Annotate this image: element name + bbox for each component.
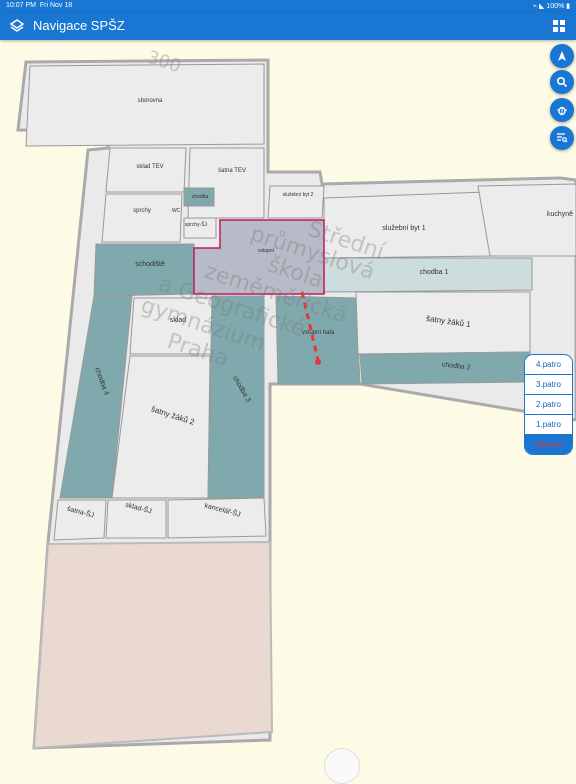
navigate-button[interactable]: [550, 44, 574, 68]
floor-selector: 4.patro 3.patro 2.patro 1.patro přízemí: [524, 354, 573, 455]
route-end-marker: [315, 359, 321, 365]
floor-option-1[interactable]: 1.patro: [525, 415, 572, 435]
room-label: chodba: [192, 194, 209, 200]
room-sprchy-sj[interactable]: [183, 217, 217, 239]
room-label: služební byt 2: [283, 192, 314, 198]
annex-area: [32, 540, 274, 750]
floor-option-3[interactable]: 3.patro: [525, 375, 572, 395]
navigation-arrow-icon: [558, 51, 566, 61]
room-sklad-tev[interactable]: [105, 147, 187, 193]
bug-icon: [557, 106, 567, 116]
room-label: WC: [172, 208, 181, 214]
room-label: chodba 1: [420, 269, 449, 276]
room-label: vstupní hala: [302, 330, 335, 336]
floor-option-2[interactable]: 2.patro: [525, 395, 572, 415]
room-sprchy[interactable]: [101, 193, 183, 243]
room-label: kuchyně: [547, 211, 573, 218]
room-label: sprchy: [133, 208, 151, 214]
room-label: schodiště: [135, 261, 165, 268]
room-sborovna[interactable]: [25, 63, 265, 147]
filter-button[interactable]: [550, 126, 574, 150]
room-label: sklad TEV: [136, 164, 163, 170]
bottom-sheet-handle[interactable]: [324, 748, 360, 784]
room-label: sborovna: [138, 98, 163, 104]
room-kuchyne[interactable]: [477, 183, 576, 257]
search-icon: [556, 76, 568, 88]
floor-option-ground[interactable]: přízemí: [525, 435, 572, 454]
search-button[interactable]: [550, 70, 574, 94]
room-label: šatna TEV: [218, 168, 246, 174]
floor-plan-map[interactable]: sborovna sklad TEV šatna TEV sprchy chod…: [0, 0, 576, 768]
debug-button[interactable]: [550, 98, 574, 122]
room-label: sprchy-ŠJ: [185, 221, 208, 228]
search-list-icon: [557, 133, 568, 143]
room-label: služební byt 1: [382, 225, 425, 232]
room-satna-sj[interactable]: [53, 499, 107, 541]
room-kancelar-sj[interactable]: [167, 497, 267, 539]
room-satna-tev[interactable]: [187, 147, 265, 219]
floor-option-4[interactable]: 4.patro: [525, 355, 572, 375]
room-sluzebni-byt-2[interactable]: [267, 185, 325, 219]
